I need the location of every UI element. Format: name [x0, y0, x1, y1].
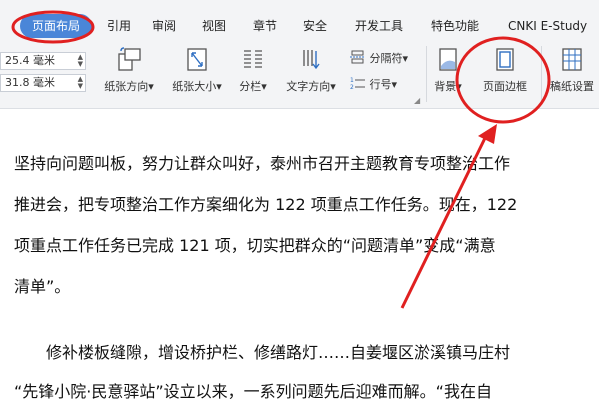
ribbon-tabs: 页面布局 引用 审阅 视图 章节 安全 开发工具 特色功能 CNKI E-Stu…	[0, 14, 599, 38]
paragraph-line: “先锋小院·民意驿站”设立以来，一系列问题先后迎难而解。“我在自	[14, 382, 492, 401]
text-direction-button[interactable]: 文字方向▾	[280, 46, 342, 94]
margin-bottom-value: 31.8 毫米	[5, 76, 55, 89]
page-border-label: 页面边框	[483, 80, 527, 93]
tab-special-features[interactable]: 特色功能	[431, 14, 479, 38]
dialog-launcher-icon[interactable]: ◢	[414, 96, 420, 105]
separator-button[interactable]: 分隔符▾	[350, 50, 408, 68]
group-divider	[426, 46, 427, 102]
paper-setup-icon	[562, 48, 582, 71]
svg-text:2: 2	[350, 84, 354, 90]
background-button[interactable]: 背景▾	[430, 46, 466, 94]
tab-review[interactable]: 审阅	[152, 14, 176, 38]
paragraph-line: 修补楼板缝隙，增设桥护栏、修缮路灯……自姜堰区淤溪镇马庄村	[46, 343, 511, 362]
separator-icon	[350, 50, 365, 64]
separator-label: 分隔符	[369, 52, 403, 65]
tab-references[interactable]: 引用	[107, 14, 131, 38]
page-border-icon	[496, 48, 514, 71]
spinner-icon[interactable]: ▲ ▼	[78, 76, 83, 90]
orientation-button[interactable]: 纸张方向▾	[98, 46, 160, 94]
line-number-label: 行号	[369, 78, 392, 91]
page-border-button[interactable]: 页面边框	[474, 46, 536, 94]
margin-top-value: 25.4 毫米	[5, 54, 55, 67]
background-label: 背景	[434, 80, 457, 93]
line-number-icon: 1 2	[350, 77, 365, 91]
text-direction-label: 文字方向	[286, 80, 331, 93]
paragraph-line: 推进会，把专项整治工作方案细化为 122 项重点工作任务。现在，122	[14, 195, 518, 214]
tab-cnki-e-study[interactable]: CNKI E-Study	[508, 14, 587, 38]
paper-size-icon	[187, 48, 207, 71]
columns-label: 分栏	[239, 80, 262, 93]
columns-icon	[244, 50, 262, 68]
spinner-icon[interactable]: ▲ ▼	[78, 54, 83, 68]
tab-view[interactable]: 视图	[202, 14, 226, 38]
paper-setup-button[interactable]: 稿纸设置	[545, 46, 599, 94]
paragraph-line: 清单”。	[14, 277, 71, 296]
arrow-head-icon	[478, 124, 497, 144]
paragraph-line: 项重点工作任务已完成 121 项，切实把群众的“问题清单”变成“满意	[14, 236, 496, 255]
line-number-button[interactable]: 1 2 行号▾	[350, 76, 397, 94]
ribbon: 页面布局 引用 审阅 视图 章节 安全 开发工具 特色功能 CNKI E-Stu…	[0, 0, 599, 109]
paper-size-label: 纸张大小	[172, 80, 217, 93]
svg-text:1: 1	[350, 77, 354, 84]
margin-top-input[interactable]: 25.4 毫米 ▲ ▼	[0, 52, 86, 70]
group-divider	[541, 46, 542, 102]
background-icon	[439, 48, 457, 71]
orientation-icon	[118, 47, 141, 71]
columns-button[interactable]: 分栏▾	[234, 46, 272, 94]
paragraph-line: 坚持向问题叫板，努力让群众叫好，泰州市召开主题教育专项整治工作	[14, 154, 511, 173]
orientation-label: 纸张方向	[104, 80, 149, 93]
tab-security[interactable]: 安全	[303, 14, 327, 38]
paper-setup-label: 稿纸设置	[550, 80, 594, 93]
paper-size-button[interactable]: 纸张大小▾	[166, 46, 228, 94]
tab-page-layout[interactable]: 页面布局	[20, 14, 93, 38]
text-direction-icon	[303, 50, 320, 70]
margin-bottom-input[interactable]: 31.8 毫米 ▲ ▼	[0, 74, 86, 92]
tab-chapter[interactable]: 章节	[253, 14, 277, 38]
tab-developer-tools[interactable]: 开发工具	[355, 14, 403, 38]
